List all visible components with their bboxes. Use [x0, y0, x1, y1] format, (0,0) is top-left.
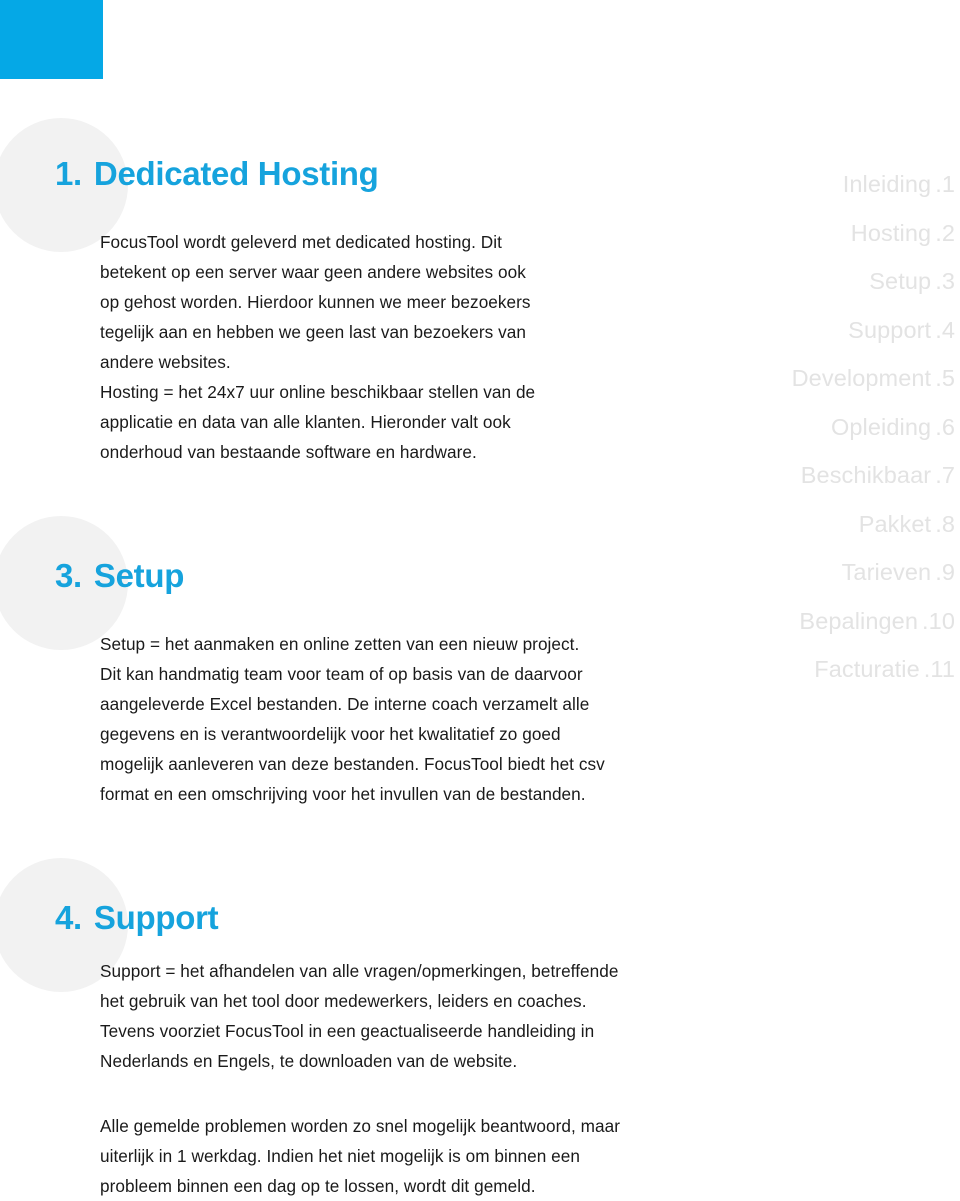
- index-item-number: .9: [935, 559, 955, 585]
- section-heading-setup: 3. Setup: [55, 557, 185, 594]
- index-item-label: Inleiding: [842, 171, 932, 197]
- index-item-number: .8: [935, 510, 955, 537]
- index-item-label: Development: [791, 365, 932, 391]
- index-item-label: Setup: [869, 268, 932, 294]
- section-body-support-secondary: Alle gemelde problemen worden zo snel mo…: [100, 1116, 621, 1196]
- index-item-label: Bepalingen: [799, 607, 919, 634]
- index-item-number: .3: [935, 268, 955, 294]
- index-item-number: .2: [935, 219, 955, 246]
- section-body-support: Support = het afhandelen van alle vragen…: [100, 961, 619, 1071]
- section-body-setup: Setup = het aanmaken en online zetten va…: [100, 634, 605, 804]
- index-item-number: .10: [922, 607, 955, 634]
- index-item-number: .6: [935, 413, 955, 440]
- index-item-bepalingen[interactable]: Bepalingen .10: [710, 597, 955, 646]
- index-item-number: .7: [935, 462, 955, 488]
- index-item-tarieven[interactable]: Tarieven .9: [710, 548, 955, 597]
- section-title: Dedicated Hosting: [93, 155, 379, 192]
- section-number: 3.: [55, 557, 82, 594]
- index-item-opleiding[interactable]: Opleiding .6: [710, 403, 955, 452]
- section-heading-support: 4. Support: [55, 899, 219, 936]
- index-item-label: Opleiding: [830, 413, 932, 440]
- document-content: 1. Dedicated Hosting FocusTool wordt gele…: [0, 0, 760, 1198]
- index-navigation: Inleiding .1 Hosting .2 Setup .3 Support .4 …: [710, 160, 960, 694]
- section-number: 1.: [55, 155, 82, 192]
- index-item-development[interactable]: Development .5: [710, 354, 955, 403]
- index-item-label: Support: [848, 316, 932, 343]
- section-body-dedicated-hosting: FocusTool wordt geleverd met dedicated h…: [100, 232, 536, 462]
- index-item-number: .11: [923, 656, 955, 682]
- index-item-label: Beschikbaar: [800, 462, 932, 488]
- section-title: Setup: [93, 557, 185, 594]
- index-item-label: Tarieven: [841, 559, 932, 585]
- index-item-facturatie[interactable]: Facturatie .11: [710, 645, 955, 694]
- index-item-label: Facturatie: [814, 656, 920, 682]
- index-item-number: .1: [935, 171, 955, 197]
- index-item-number: .5: [935, 365, 955, 391]
- index-item-inleiding[interactable]: Inleiding .1: [710, 160, 955, 209]
- index-item-label: Hosting: [850, 219, 932, 246]
- index-item-hosting[interactable]: Hosting .2: [710, 209, 955, 258]
- index-item-number: .4: [935, 316, 955, 343]
- index-item-setup[interactable]: Setup .3: [710, 257, 955, 306]
- index-item-label: Pakket: [858, 510, 932, 537]
- section-number: 4.: [55, 899, 82, 936]
- section-title: Support: [93, 899, 219, 936]
- section-heading-dedicated-hosting: 1. Dedicated Hosting: [55, 155, 379, 192]
- index-item-support[interactable]: Support .4: [710, 306, 955, 355]
- index-item-beschikbaar[interactable]: Beschikbaar .7: [710, 451, 955, 500]
- index-item-pakket[interactable]: Pakket .8: [710, 500, 955, 549]
